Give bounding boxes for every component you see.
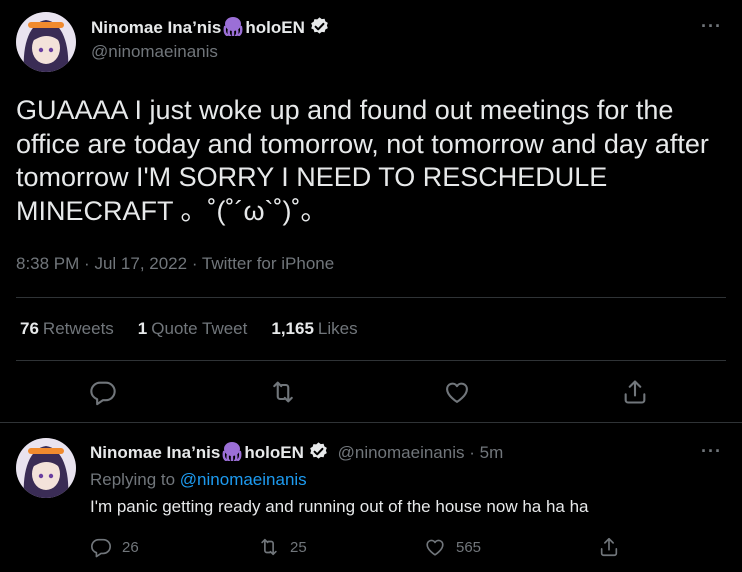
quote-tweets-stat[interactable]: 1 Quote Tweet (138, 319, 248, 339)
reply-reply-button[interactable]: 26 (90, 536, 139, 558)
likes-stat[interactable]: 1,165 Likes (271, 319, 357, 339)
reply-retweet-button[interactable]: 25 (258, 536, 307, 558)
replying-prefix: Replying to (90, 470, 176, 489)
verified-badge-icon (308, 441, 329, 467)
divider (16, 297, 726, 298)
thread-divider (0, 422, 742, 423)
like-icon (426, 539, 444, 556)
reply-header: Ninomae Ina’nis holoEN @ninomaeinanis · 5… (90, 441, 503, 467)
retweets-count: 76 (20, 319, 39, 338)
tweet-actions (0, 378, 742, 408)
tweet-date[interactable]: Jul 17, 2022 (94, 254, 187, 273)
retweets-label: Retweets (42, 319, 114, 338)
author-name-suffix: holoEN (245, 18, 305, 37)
avatar[interactable] (16, 12, 76, 72)
reply-retweets-count: 25 (290, 538, 307, 556)
tweet-source[interactable]: Twitter for iPhone (202, 254, 334, 273)
author-name[interactable]: Ninomae Ina’nis holoEN (91, 16, 330, 42)
likes-count: 1,165 (271, 319, 314, 338)
more-icon[interactable]: ··· (701, 16, 722, 37)
reply-actions: 26 25 565 (0, 536, 742, 560)
reply-more-icon[interactable]: ··· (701, 441, 722, 462)
share-icon (600, 537, 618, 557)
retweet-icon[interactable] (269, 378, 297, 406)
replying-to-link[interactable]: @ninomaeinanis (180, 470, 307, 489)
reply-age[interactable]: 5m (480, 443, 504, 462)
octopus-icon (221, 441, 243, 466)
reply-share-button[interactable] (598, 536, 620, 558)
separator: · (84, 254, 90, 273)
reply-author-name-suffix: holoEN (244, 443, 304, 462)
reply-avatar[interactable] (16, 438, 76, 498)
like-icon[interactable] (443, 378, 471, 406)
quote-tweets-label: Quote Tweet (151, 319, 248, 338)
quote-tweets-count: 1 (137, 319, 148, 338)
tweet-stats: 76 Retweets 1 Quote Tweet 1,165 Likes (20, 319, 358, 339)
replying-to: Replying to @ninomaeinanis (90, 470, 307, 490)
tweet-time[interactable]: 8:38 PM (16, 254, 79, 273)
retweet-icon (261, 538, 277, 556)
reply-text: I'm panic getting ready and running out … (90, 497, 589, 516)
reply-icon (91, 538, 111, 558)
divider (16, 360, 726, 361)
reply-author-name[interactable]: Ninomae Ina’nis holoEN (90, 442, 329, 463)
verified-badge-icon (309, 16, 330, 42)
octopus-icon (222, 16, 244, 41)
tweet-text: GUAAAA I just woke up and found out meet… (16, 95, 709, 226)
separator: · (469, 443, 475, 462)
reply-likes-count: 565 (456, 538, 482, 556)
tweet-meta: 8:38 PM · Jul 17, 2022 · Twitter for iPh… (16, 254, 334, 274)
reply-like-button[interactable]: 565 (424, 536, 481, 558)
reply-replies-count: 26 (122, 538, 139, 556)
separator: · (191, 254, 198, 273)
reply-author-name-text: Ninomae Ina’nis (90, 443, 221, 462)
author-name-text: Ninomae Ina’nis (91, 18, 222, 37)
share-icon[interactable] (621, 378, 649, 406)
retweets-stat[interactable]: 76 Retweets (20, 319, 114, 339)
author-handle[interactable]: @ninomaeinanis (91, 42, 218, 62)
reply-author-handle[interactable]: @ninomaeinanis (338, 443, 465, 462)
likes-label: Likes (317, 319, 358, 338)
reply-icon[interactable] (89, 378, 117, 406)
